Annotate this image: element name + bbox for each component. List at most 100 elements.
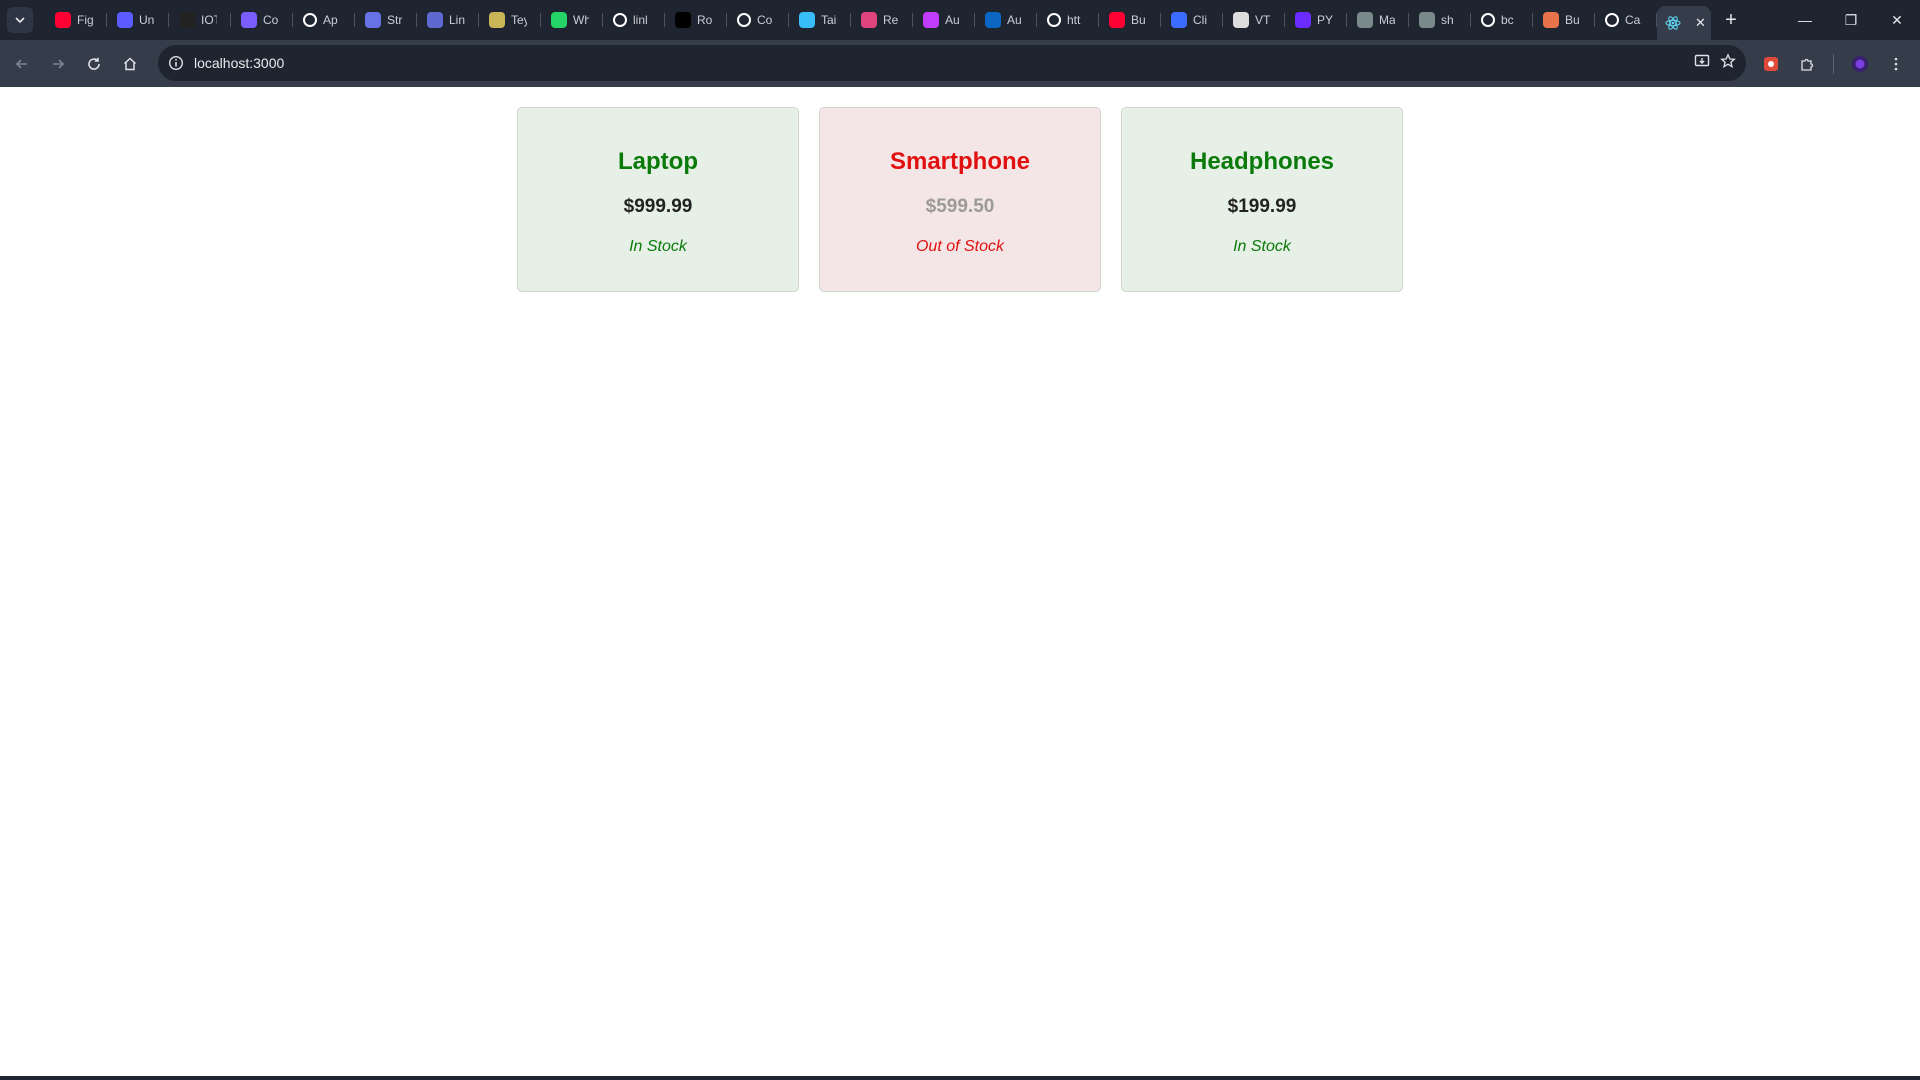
tab-title: Tey: [511, 13, 527, 27]
back-button[interactable]: [4, 46, 40, 82]
tab-title: Cli: [1193, 13, 1207, 27]
browser-tab[interactable]: Bu: [1533, 0, 1595, 40]
browser-tab[interactable]: Str: [355, 0, 417, 40]
browser-menu-button[interactable]: [1878, 46, 1914, 82]
window-controls: — ❐ ✕: [1782, 0, 1920, 40]
close-window-button[interactable]: ✕: [1874, 0, 1920, 40]
minimize-button[interactable]: —: [1782, 0, 1828, 40]
reload-icon: [88, 57, 100, 70]
browser-tab[interactable]: Un: [107, 0, 169, 40]
browser-tab[interactable]: PY: [1285, 0, 1347, 40]
restore-icon: ❐: [1844, 11, 1858, 28]
tab-title: Wh: [573, 13, 589, 27]
browser-tab[interactable]: VT: [1223, 0, 1285, 40]
tab-title: Ma: [1379, 13, 1395, 27]
linear-icon: [427, 12, 443, 28]
arrow-left-icon: [15, 58, 27, 69]
browser-tab[interactable]: Au: [913, 0, 975, 40]
window-bottom-edge: [0, 1076, 1920, 1080]
tab-title: VT: [1255, 13, 1271, 27]
chart-icon: [117, 12, 133, 28]
product-card: Smartphone $599.50 Out of Stock: [819, 107, 1101, 292]
home-icon: [123, 56, 137, 70]
install-app-button[interactable]: [1694, 53, 1710, 74]
extension-button[interactable]: [1753, 46, 1789, 82]
browser-tab[interactable]: Au: [975, 0, 1037, 40]
linkedin-icon: [985, 12, 1001, 28]
n-logo-icon: [675, 12, 691, 28]
browser-tab[interactable]: linl: [603, 0, 665, 40]
tab-title: bc: [1501, 13, 1514, 27]
document-icon: [1233, 12, 1249, 28]
restore-button[interactable]: ❐: [1828, 0, 1874, 40]
new-tab-button[interactable]: +: [1711, 0, 1751, 40]
bookmark-button[interactable]: [1720, 52, 1736, 74]
browser-tab[interactable]: Ro: [665, 0, 727, 40]
browser-tab[interactable]: bc: [1471, 0, 1533, 40]
react-icon: [1665, 15, 1681, 31]
browser-tab[interactable]: Bu: [1099, 0, 1161, 40]
browser-tab[interactable]: Co: [727, 0, 789, 40]
google-icon: [1047, 13, 1061, 27]
browser-tab[interactable]: IOT: [169, 0, 231, 40]
tab-title: Co: [263, 13, 279, 27]
w-logo-icon: [241, 12, 257, 28]
extension-logo-icon: [1764, 56, 1778, 71]
product-name: Headphones: [1189, 148, 1335, 175]
tab-title: Bu: [1565, 13, 1580, 27]
doc-lines-icon: [1357, 12, 1373, 28]
tab-title: linl: [633, 13, 648, 27]
tab-title: IOT: [201, 13, 217, 27]
profile-button[interactable]: [1842, 46, 1878, 82]
tab-title: Str: [387, 13, 403, 27]
browser-tab[interactable]: sh: [1409, 0, 1471, 40]
extensions-menu-button[interactable]: [1789, 46, 1825, 82]
toolbar-divider: [1833, 53, 1834, 74]
minimize-icon: —: [1798, 12, 1812, 28]
puzzle-icon: [1801, 58, 1814, 71]
stock-status: Out of Stock: [915, 238, 1005, 255]
product-card: Headphones $199.99 In Stock: [1121, 107, 1403, 292]
tab-title: Ro: [697, 13, 713, 27]
close-tab-icon[interactable]: ✕: [1695, 15, 1706, 31]
browser-tab-strip: Fig Un IOT Co Ap Str Lin Tey Wh linl Ro Co Tai Re Au Au…: [0, 0, 1920, 40]
browser-tab[interactable]: Wh: [541, 0, 603, 40]
browser-tab[interactable]: Tai: [789, 0, 851, 40]
home-button[interactable]: [112, 46, 148, 82]
info-icon: [168, 55, 184, 71]
browser-tab[interactable]: Tey: [479, 0, 541, 40]
stock-status: In Stock: [629, 238, 687, 255]
browser-tab[interactable]: Co: [231, 0, 293, 40]
browser-tab[interactable]: Fig: [45, 0, 107, 40]
react-icon: [861, 12, 877, 28]
site-info-button[interactable]: [158, 55, 194, 71]
tab-title: Un: [139, 13, 155, 27]
tailwind-icon: [799, 12, 815, 28]
browser-tab[interactable]: Ca: [1595, 0, 1657, 40]
browser-tab[interactable]: Ma: [1347, 0, 1409, 40]
tab-title: Fig: [77, 13, 93, 27]
plus-icon: +: [1725, 8, 1737, 31]
stock-status: In Stock: [1233, 238, 1291, 255]
product-price: $999.99: [623, 196, 693, 217]
arrow-right-icon: [53, 58, 65, 69]
forward-button[interactable]: [40, 46, 76, 82]
tab-title: Ca: [1625, 13, 1641, 27]
browser-tab[interactable]: Cli: [1161, 0, 1223, 40]
github-icon: [1481, 13, 1495, 27]
product-name: Laptop: [618, 148, 698, 175]
address-bar[interactable]: localhost:3000: [158, 45, 1746, 81]
browser-tab[interactable]: Re: [851, 0, 913, 40]
product-card: Laptop $999.99 In Stock: [517, 107, 799, 292]
tab-search-button[interactable]: [7, 7, 33, 33]
browser-tab[interactable]: Lin: [417, 0, 479, 40]
avatar-icon: [1852, 55, 1868, 72]
browser-tab[interactable]: htt: [1037, 0, 1099, 40]
tab-title: htt: [1067, 13, 1081, 27]
product-list: Laptop $999.99 In Stock Smartphone $599.50 Ou…: [517, 107, 1403, 292]
browser-tab-active[interactable]: ✕: [1657, 6, 1711, 40]
reload-button[interactable]: [76, 46, 112, 82]
chevron-down-icon: [15, 17, 25, 24]
browser-tab[interactable]: Ap: [293, 0, 355, 40]
star-icon: [1720, 52, 1736, 68]
